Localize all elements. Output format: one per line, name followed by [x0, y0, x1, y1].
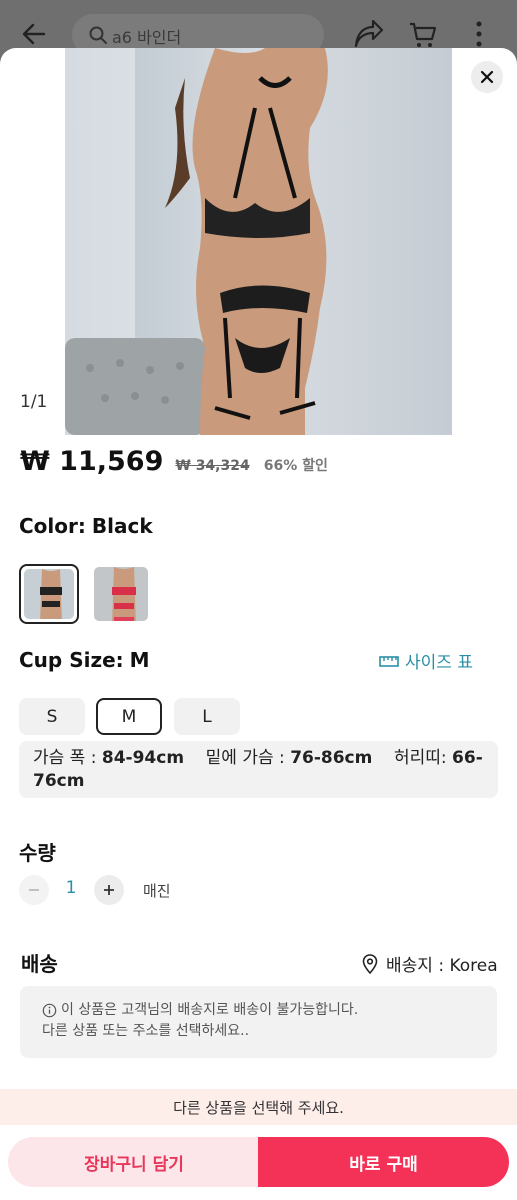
notice-line-1: 이 상품은 고객님의 배송지로 배송이 불가능합니다. — [61, 1002, 359, 1018]
color-heading: Color: Black — [19, 514, 153, 538]
cup-size-value: M — [129, 648, 150, 672]
price-row: ₩ 11,569 ₩ 34,324 66% 할인 — [20, 446, 328, 486]
shipping-notice: 이 상품은 고객님의 배송지로 배송이 불가능합니다. 다른 상품 또는 주소를… — [20, 986, 497, 1058]
waist-label: 허리띠: — [393, 748, 447, 768]
back-arrow-icon[interactable] — [18, 18, 50, 50]
size-measurements: 가슴 폭 : 84-94cm 밑에 가슴 : 76-86cm 허리띠: 66-7… — [19, 741, 498, 798]
size-option-m[interactable]: M — [96, 698, 162, 735]
add-to-cart-button[interactable]: 장바구니 담기 — [8, 1137, 260, 1187]
size-option-s[interactable]: S — [19, 698, 85, 735]
share-icon[interactable] — [352, 20, 384, 50]
swatch-black[interactable] — [19, 564, 79, 624]
product-image[interactable] — [65, 48, 452, 435]
cart-icon[interactable] — [408, 20, 438, 50]
size-chart-label: 사이즈 표 — [405, 653, 473, 673]
product-options-sheet: 1/1 ₩ 11,569 ₩ 34,324 66% 할인 Color: Black — [0, 48, 517, 1200]
image-counter: 1/1 — [20, 392, 48, 412]
search-icon — [89, 26, 107, 44]
quantity-decrease-button[interactable] — [19, 875, 49, 905]
discount-badge: 66% 할인 — [263, 458, 328, 474]
size-chart-link[interactable]: 사이즈 표 — [379, 648, 473, 673]
minus-icon — [29, 889, 39, 891]
search-placeholder: a6 바인더 — [112, 28, 182, 47]
quantity-heading: 수량 — [19, 841, 56, 865]
more-icon[interactable] — [470, 18, 488, 50]
close-icon — [480, 70, 494, 84]
stock-status: 매진 — [143, 882, 171, 900]
underbust-value: 76-86cm — [290, 748, 373, 768]
swatch-red[interactable] — [91, 564, 151, 624]
shipping-destination[interactable]: 배송지 : Korea — [362, 951, 498, 976]
plus-icon — [104, 885, 114, 895]
color-value: Black — [91, 514, 153, 538]
ruler-icon — [379, 655, 399, 667]
size-option-l[interactable]: L — [174, 698, 240, 735]
color-label: Color: — [19, 514, 86, 538]
bust-label: 가슴 폭 : — [33, 748, 97, 768]
location-pin-icon — [362, 953, 378, 974]
sale-price: ₩ 11,569 — [20, 446, 164, 477]
shipping-destination-text: 배송지 : Korea — [386, 956, 498, 976]
shipping-heading: 배송 — [21, 952, 58, 976]
original-price: ₩ 34,324 — [175, 458, 250, 474]
quantity-increase-button[interactable] — [94, 875, 124, 905]
underbust-label: 밑에 가슴 : — [205, 748, 285, 768]
bust-value: 84-94cm — [101, 748, 185, 768]
cup-size-label: Cup Size: — [19, 648, 124, 672]
select-product-prompt: 다른 상품을 선택해 주세요. — [0, 1089, 517, 1125]
quantity-value[interactable]: 1 — [60, 878, 82, 898]
buy-now-button[interactable]: 바로 구매 — [258, 1137, 509, 1187]
close-button[interactable] — [471, 61, 503, 93]
info-icon — [42, 1003, 57, 1018]
notice-line-2: 다른 상품 또는 주소를 선택하세요.. — [42, 1023, 250, 1039]
cup-size-heading: Cup Size: M — [19, 648, 150, 672]
